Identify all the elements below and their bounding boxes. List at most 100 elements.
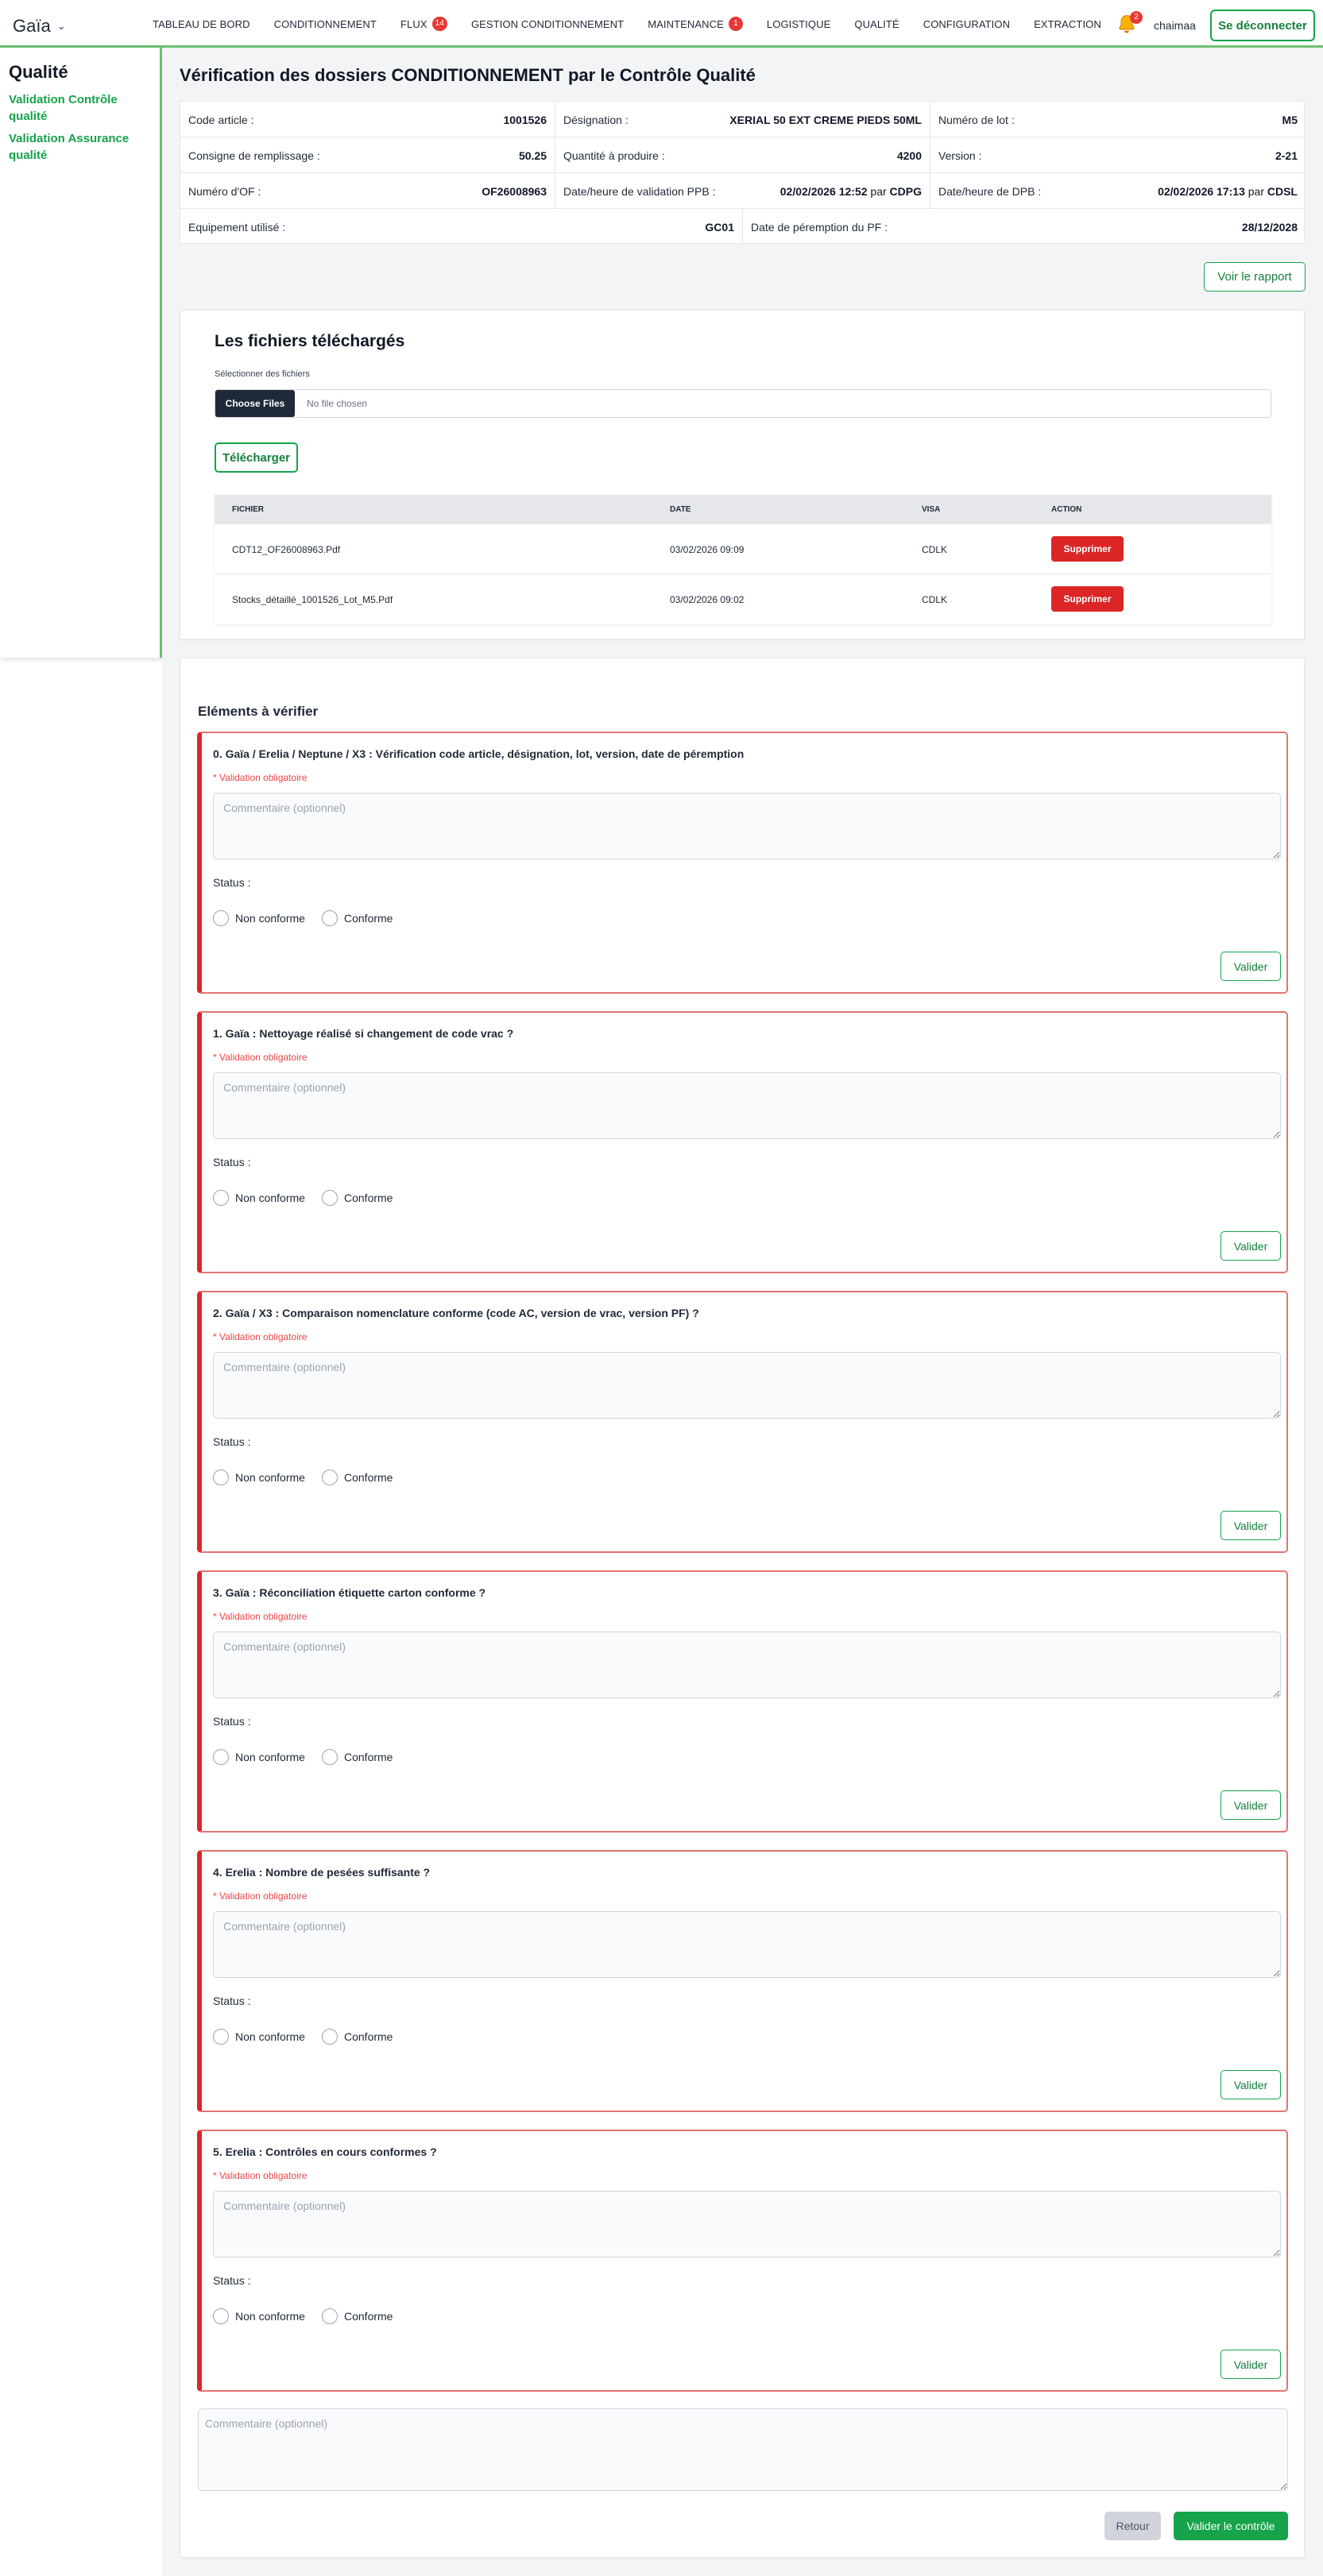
delete-file-button[interactable]: Supprimer	[1051, 586, 1124, 612]
validate-check-button[interactable]: Valider	[1220, 1511, 1281, 1540]
status-label: Status :	[213, 1435, 251, 1448]
validate-check-button[interactable]: Valider	[1220, 952, 1281, 981]
radio-non-conforme[interactable]: Non conforme	[213, 2029, 305, 2045]
file-name[interactable]: CDT12_OF26008963.Pdf	[232, 544, 340, 555]
files-title: Les fichiers téléchargés	[215, 332, 405, 350]
info-label: Quantité à produire :	[563, 149, 665, 162]
radio-circle[interactable]	[213, 2308, 229, 2324]
radio-circle[interactable]	[213, 1749, 229, 1765]
nav-link-gestion-conditionnement[interactable]: GESTION CONDITIONNEMENT	[471, 18, 624, 30]
checks-card: Eléments à vérifier 0. Gaïa / Erelia / N…	[180, 658, 1305, 2558]
check-item-2: 2. Gaïa / X3 : Comparaison nomenclature …	[197, 1291, 1288, 1553]
radio-circle[interactable]	[213, 910, 229, 926]
brand-menu[interactable]: Gaïa ⌄	[13, 16, 66, 37]
file-visa: CDLK	[922, 594, 948, 605]
submit-control-button[interactable]: Valider le contrôle	[1174, 2512, 1288, 2540]
radio-conforme[interactable]: Conforme	[322, 1470, 393, 1485]
ppb-datetime: 02/02/2026 12:52	[779, 185, 868, 198]
nav-link-label: TABLEAU DE BORD	[153, 17, 250, 30]
file-name[interactable]: Stocks_détaillé_1001526_Lot_M5.Pdf	[232, 594, 393, 605]
check-item-0: 0. Gaïa / Erelia / Neptune / X3 : Vérifi…	[197, 732, 1288, 994]
sidebar-title: Qualité	[9, 62, 68, 82]
radio-circle[interactable]	[213, 2029, 229, 2045]
radio-conforme[interactable]: Conforme	[322, 2308, 393, 2324]
info-label: Date de péremption du PF :	[751, 221, 888, 234]
chevron-down-icon: ⌄	[56, 20, 66, 32]
sidebar-item-validation-controle-qualite[interactable]: Validation Contrôle qualité	[9, 91, 152, 125]
info-label: Désignation :	[563, 114, 629, 126]
check-comment-input[interactable]	[213, 2191, 1281, 2257]
info-label: Consigne de remplissage :	[188, 149, 320, 162]
back-button[interactable]: Retour	[1104, 2512, 1161, 2540]
radio-circle[interactable]	[213, 1470, 229, 1485]
check-comment-input[interactable]	[213, 1352, 1281, 1419]
radio-non-conforme[interactable]: Non conforme	[213, 910, 305, 926]
nav-link-flux[interactable]: FLUX 14	[400, 17, 447, 31]
info-value: 02/02/2026 12:52 par CDPG	[780, 185, 922, 198]
status-label: Status :	[213, 2274, 251, 2287]
check-label: 1. Gaïa : Nettoyage réalisé si changemen…	[213, 1027, 514, 1040]
info-designation: Désignation : XERIAL 50 EXT CREME PIEDS 5…	[555, 102, 930, 137]
radio-circle[interactable]	[322, 2029, 338, 2045]
nav-link-label: CONFIGURATION	[923, 17, 1011, 30]
radio-non-conforme[interactable]: Non conforme	[213, 1749, 305, 1765]
nav-link-extraction[interactable]: EXTRACTION	[1034, 18, 1101, 30]
check-label: 3. Gaïa : Réconciliation étiquette carto…	[213, 1586, 486, 1599]
nav-link-configuration[interactable]: CONFIGURATION	[923, 18, 1010, 30]
nav-link-conditionnement[interactable]: CONDITIONNEMENT	[274, 18, 377, 30]
radio-label: Non conforme	[235, 2310, 305, 2323]
check-comment-input[interactable]	[213, 1911, 1281, 1978]
notifications-count-badge: 2	[1130, 11, 1143, 24]
validate-check-button[interactable]: Valider	[1220, 1790, 1281, 1820]
dpb-who: CDSL	[1267, 185, 1298, 198]
check-label: 2. Gaïa / X3 : Comparaison nomenclature …	[213, 1307, 699, 1319]
dpb-datetime: 02/02/2026 17:13	[1158, 185, 1245, 198]
notifications-button[interactable]: 2	[1116, 11, 1143, 37]
current-username: chaimaa	[1154, 19, 1196, 32]
info-label: Version :	[938, 149, 982, 162]
radio-non-conforme[interactable]: Non conforme	[213, 2308, 305, 2324]
required-note: * Validation obligatoire	[213, 1890, 308, 1902]
radio-conforme[interactable]: Conforme	[322, 2029, 393, 2045]
nav-link-tableau-de-bord[interactable]: TABLEAU DE BORD	[153, 18, 250, 30]
check-comment-input[interactable]	[213, 1632, 1281, 1698]
radio-label: Conforme	[344, 1751, 393, 1763]
choose-files-button[interactable]: Choose Files	[215, 390, 295, 417]
files-select-label: Sélectionner des fichiers	[215, 369, 310, 379]
status-label: Status :	[213, 1715, 251, 1728]
final-comment-input[interactable]	[198, 2408, 1288, 2491]
info-value: 2-21	[1275, 149, 1298, 162]
radio-conforme[interactable]: Conforme	[322, 910, 393, 926]
radio-circle[interactable]	[322, 2308, 338, 2324]
file-input[interactable]: Choose Files No file chosen	[215, 389, 1271, 418]
nav-link-label: MAINTENANCE	[648, 17, 724, 30]
logout-button[interactable]: Se déconnecter	[1210, 10, 1315, 41]
radio-conforme[interactable]: Conforme	[322, 1749, 393, 1765]
ppb-who: CDPG	[889, 185, 922, 198]
validate-check-button[interactable]: Valider	[1220, 2350, 1281, 2379]
page-title: Vérification des dossiers CONDITIONNEMEN…	[180, 65, 756, 85]
radio-circle[interactable]	[322, 1190, 338, 1206]
view-report-button[interactable]: Voir le rapport	[1204, 262, 1306, 292]
radio-circle[interactable]	[213, 1190, 229, 1206]
info-value: 28/12/2028	[1241, 221, 1298, 234]
delete-file-button[interactable]: Supprimer	[1051, 536, 1124, 562]
radio-circle[interactable]	[322, 1749, 338, 1765]
files-table-header: FICHIER DATE VISA ACTION	[215, 495, 1271, 524]
check-comment-input[interactable]	[213, 1072, 1281, 1139]
radio-non-conforme[interactable]: Non conforme	[213, 1190, 305, 1206]
radio-conforme[interactable]: Conforme	[322, 1190, 393, 1206]
batch-info-grid: Code article : 1001526 Désignation : XERIA…	[180, 101, 1306, 245]
nav-link-logistique[interactable]: LOGISTIQUE	[767, 18, 830, 30]
sidebar-item-validation-assurance-qualite[interactable]: Validation Assurance qualité	[9, 130, 152, 164]
radio-non-conforme[interactable]: Non conforme	[213, 1470, 305, 1485]
validate-check-button[interactable]: Valider	[1220, 1231, 1281, 1261]
radio-circle[interactable]	[322, 1470, 338, 1485]
radio-circle[interactable]	[322, 910, 338, 926]
nav-link-qualite[interactable]: QUALITÉ	[854, 18, 899, 30]
upload-button[interactable]: Télécharger	[215, 442, 298, 473]
nav-link-maintenance[interactable]: MAINTENANCE 1	[648, 17, 743, 31]
files-table: FICHIER DATE VISA ACTION CDT12_OF2600896…	[215, 495, 1271, 624]
validate-check-button[interactable]: Valider	[1220, 2070, 1281, 2099]
check-comment-input[interactable]	[213, 793, 1281, 859]
